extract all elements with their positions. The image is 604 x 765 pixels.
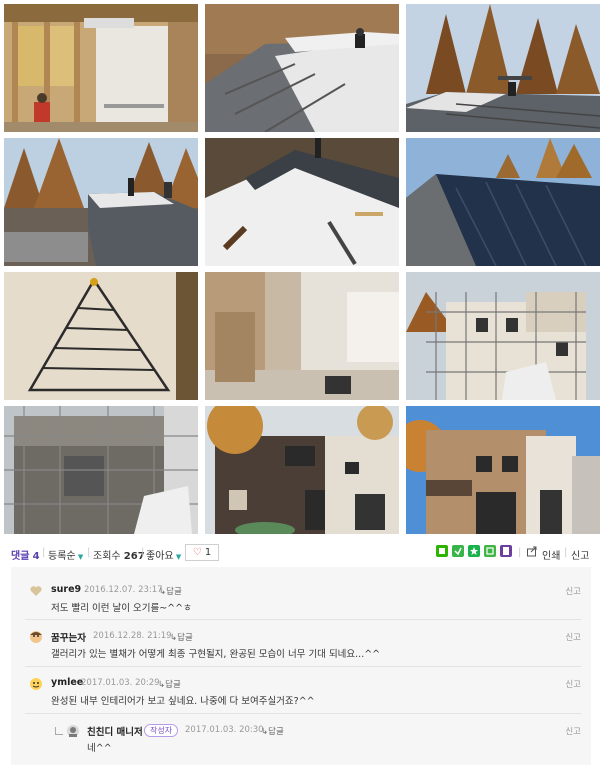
photo-interior-room[interactable]	[205, 272, 399, 400]
photo-row	[4, 272, 600, 400]
comment-report-button[interactable]: 신고	[565, 678, 581, 690]
divider: |	[87, 547, 91, 558]
comment-date: 2017.01.03. 20:30	[185, 725, 264, 735]
comments-count: 4	[32, 551, 40, 562]
views-info: 조회수 267	[93, 547, 145, 562]
comment-reply-item: 친친디 매니저 작성자 2017.01.03. 20:30 ↳답글 네^^ 신고	[11, 713, 591, 765]
comment-report-button[interactable]: 신고	[565, 585, 581, 597]
photo-tree-light-wall[interactable]	[4, 272, 198, 400]
comment-text: 네^^	[87, 743, 112, 754]
photo-roof-membrane[interactable]	[205, 138, 399, 266]
like-count: 1	[204, 547, 212, 558]
share-star-icon[interactable]	[468, 545, 480, 557]
likes-label: 좋아요	[146, 551, 174, 562]
photo-house-autumn[interactable]	[205, 406, 399, 534]
reply-button[interactable]: ↳답글	[261, 725, 284, 737]
sort-label: 등록순	[48, 551, 76, 562]
comments-label: 댓글	[11, 551, 30, 562]
views-label: 조회수	[93, 551, 121, 562]
share-memo-icon[interactable]	[500, 545, 512, 557]
character-avatar-icon	[29, 629, 43, 643]
photo-finished-roof[interactable]	[406, 138, 600, 266]
share-band-icon[interactable]	[452, 545, 464, 557]
comment-item: ymlee 2017.01.03. 20:29 ↳답글 완성된 내부 인테리어가…	[11, 666, 591, 714]
comment-author[interactable]: sure9	[51, 584, 81, 595]
comment-date: 2016.12.07. 23:17	[84, 585, 163, 595]
comment-text: 완성된 내부 인테리어가 보고 싶네요. 나중에 다 보여주실거죠?^^	[51, 696, 315, 707]
photo-scaffolding-exterior[interactable]	[406, 272, 600, 400]
divider: |	[42, 547, 46, 558]
caret-down-icon: ▼	[173, 553, 182, 561]
photo-roof-workers-pines[interactable]	[4, 138, 198, 266]
caret-down-icon: ▼	[75, 553, 84, 561]
comment-author[interactable]: 꿈꾸는자	[51, 630, 86, 644]
comment-list: sure9 2016.12.07. 23:17 ↳답글 저도 빨리 이런 날이 …	[11, 567, 591, 765]
comments-toggle[interactable]: 댓글 4	[11, 547, 40, 562]
comment-report-button[interactable]: 신고	[565, 631, 581, 643]
reply-button[interactable]: ↳답글	[170, 631, 193, 643]
character-avatar-icon	[29, 676, 43, 690]
export-icon[interactable]	[526, 545, 538, 557]
photo-roof-installation[interactable]	[205, 4, 399, 132]
comment-date: 2016.12.28. 21:19	[93, 631, 172, 641]
photo-roof-workers-trees[interactable]	[406, 4, 600, 132]
share-blog-icon[interactable]	[484, 545, 496, 557]
comment-author[interactable]: 친친디 매니저	[87, 724, 143, 738]
photo-row	[4, 406, 600, 534]
comment-text: 저도 빨리 이런 날이 오기를~^^ㅎ	[51, 603, 192, 614]
comment-text: 갤러리가 있는 별채가 어떻게 최종 구현될지, 완공된 모습이 너무 기대 되…	[51, 649, 381, 660]
reply-button[interactable]: ↳답글	[158, 678, 181, 690]
likes-dropdown[interactable]: 좋아요 ▼	[146, 547, 181, 562]
reply-button[interactable]: ↳답글	[159, 585, 182, 597]
comment-item: 꿈꾸는자 2016.12.28. 21:19 ↳답글 갤러리가 있는 별채가 어…	[11, 619, 591, 667]
comment-item: sure9 2016.12.07. 23:17 ↳답글 저도 빨리 이런 날이 …	[11, 567, 591, 615]
share-green-icon[interactable]	[436, 545, 448, 557]
photo-house-finished[interactable]	[406, 406, 600, 534]
like-button[interactable]: ♡ 1	[185, 544, 219, 561]
photo-row	[4, 138, 600, 266]
author-badge: 작성자	[144, 724, 179, 737]
heart-icon: ♡	[192, 547, 202, 558]
sort-dropdown[interactable]: 등록순 ▼	[48, 547, 83, 562]
comment-toolbar: 댓글 4 | 등록순 ▼ | 조회수 267 | 좋아요 ▼ ♡ 1 | 인쇄 …	[4, 543, 600, 563]
manager-avatar-icon	[66, 723, 80, 737]
heart-avatar-icon	[29, 583, 43, 597]
reply-label: 답글	[268, 727, 284, 737]
photo-brick-scaffolding[interactable]	[4, 406, 198, 534]
comment-date: 2017.01.03. 20:29	[81, 678, 160, 688]
report-button[interactable]: 신고	[571, 547, 589, 562]
reply-label: 답글	[177, 633, 193, 643]
reply-indent-icon	[55, 727, 63, 735]
photo-row	[4, 4, 600, 132]
print-button[interactable]: 인쇄	[542, 547, 560, 562]
divider: |	[141, 547, 145, 558]
divider: |	[564, 547, 568, 558]
photo-interior-framing[interactable]	[4, 4, 198, 132]
reply-label: 답글	[165, 680, 181, 690]
reply-label: 답글	[166, 587, 182, 597]
comment-author[interactable]: ymlee	[51, 677, 83, 688]
comment-report-button[interactable]: 신고	[565, 725, 581, 737]
divider: |	[518, 547, 522, 558]
